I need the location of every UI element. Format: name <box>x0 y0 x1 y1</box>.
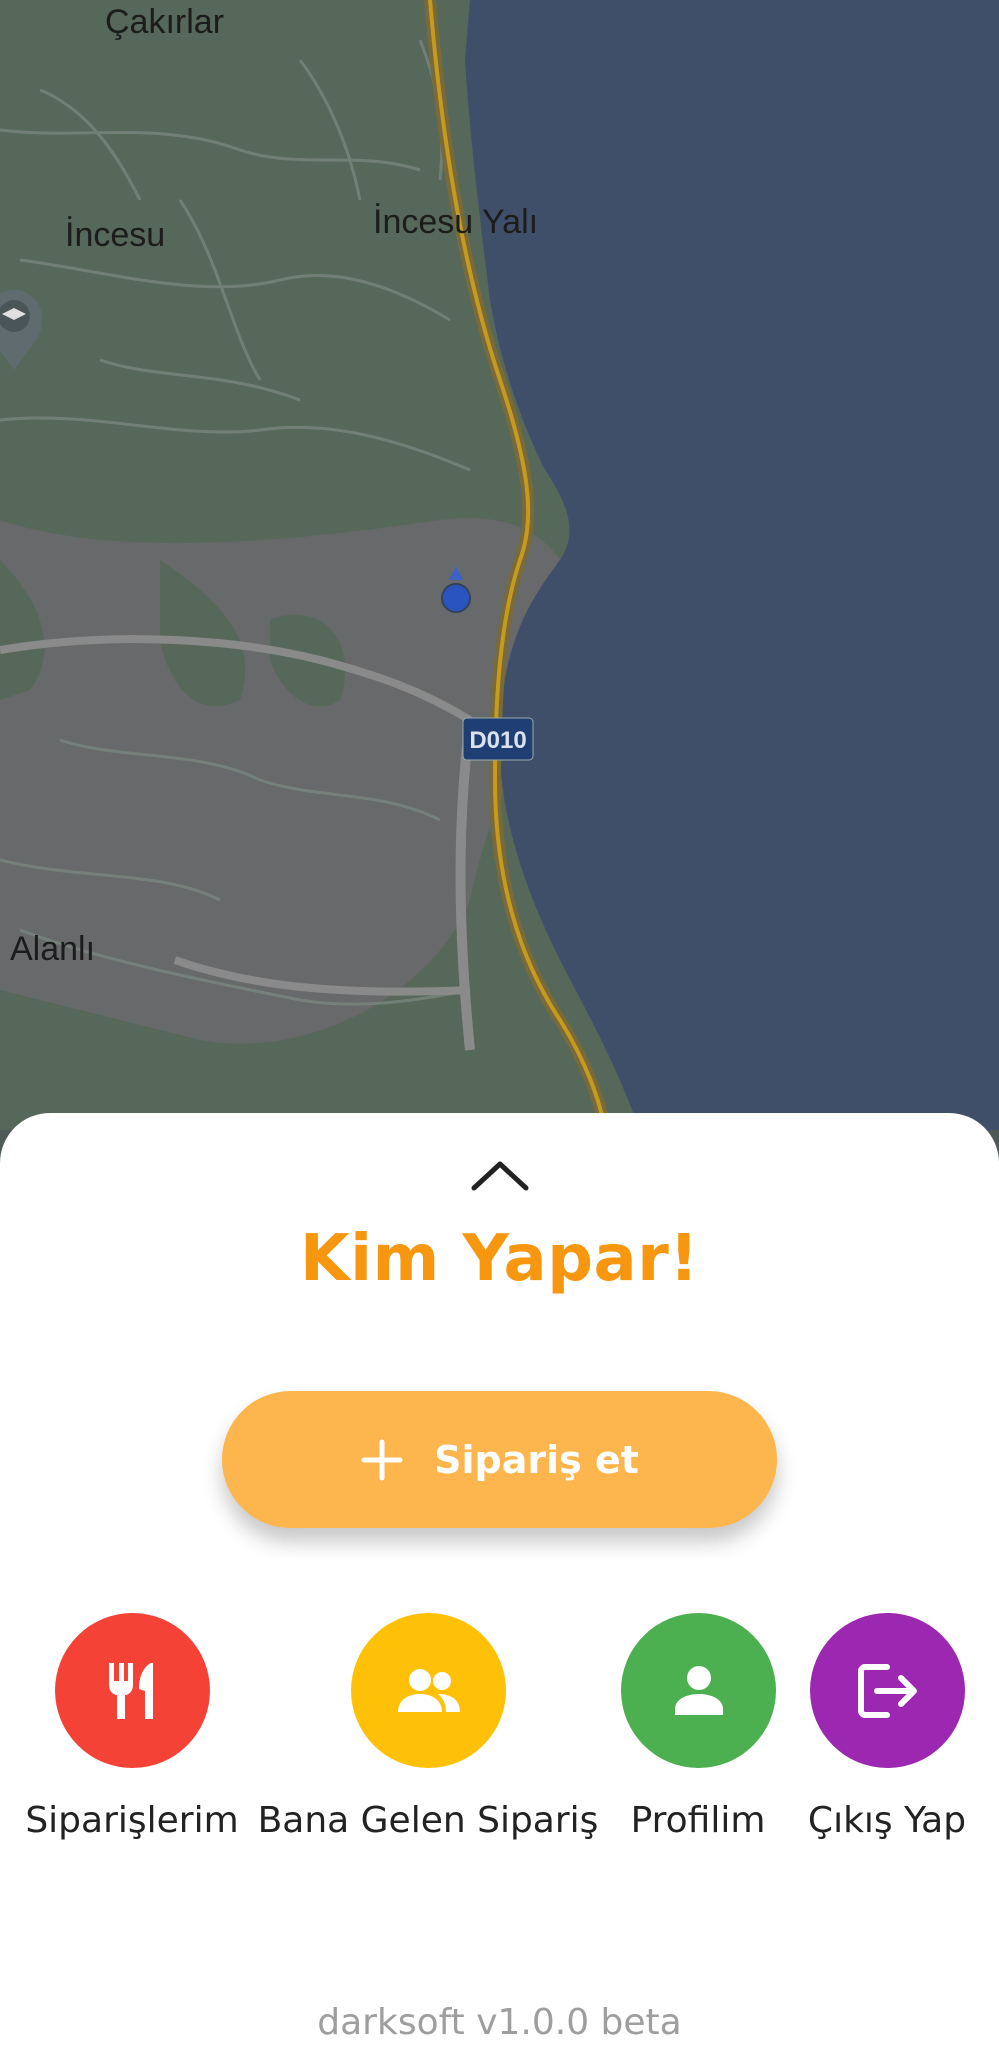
map-view[interactable]: D010 Çakırlar İncesu İncesu Yalı Alanlı <box>0 0 999 1130</box>
people-icon <box>397 1668 460 1712</box>
app-title: Kim Yapar! <box>300 1222 699 1296</box>
my-orders-label: Siparişlerim <box>25 1800 239 1841</box>
profile-label: Profilim <box>630 1800 766 1841</box>
profile-circle[interactable] <box>621 1613 776 1768</box>
cutlery-icon <box>108 1662 153 1719</box>
map-label-incesu: İncesu <box>65 216 165 254</box>
my-orders-button[interactable] <box>55 1613 210 1768</box>
road-shield-label: D010 <box>469 727 526 754</box>
incoming-orders-circle[interactable] <box>351 1613 506 1768</box>
order-button[interactable]: Sipariş et <box>222 1391 777 1528</box>
map-label-alanli: Alanlı <box>10 930 95 968</box>
map-label-cakirlar: Çakırlar <box>105 3 224 41</box>
map-label-incesu-yali: İncesu Yalı <box>373 203 538 241</box>
logout-circle[interactable] <box>810 1613 965 1768</box>
incoming-orders-label: Bana Gelen Sipariş <box>257 1800 599 1841</box>
logout-button[interactable] <box>810 1613 965 1768</box>
logout-label: Çıkış Yap <box>807 1800 967 1841</box>
logout-icon <box>857 1663 917 1718</box>
chevron-up-icon[interactable] <box>468 1158 532 1194</box>
my-orders-circle[interactable] <box>55 1613 210 1768</box>
person-icon <box>674 1665 723 1715</box>
order-button-label: Sipariş et <box>434 1437 639 1482</box>
version-footer: darksoft v1.0.0 beta <box>317 2002 682 2043</box>
profile-button[interactable] <box>621 1613 776 1768</box>
incoming-orders-button[interactable] <box>351 1613 506 1768</box>
plus-icon <box>361 1439 403 1480</box>
